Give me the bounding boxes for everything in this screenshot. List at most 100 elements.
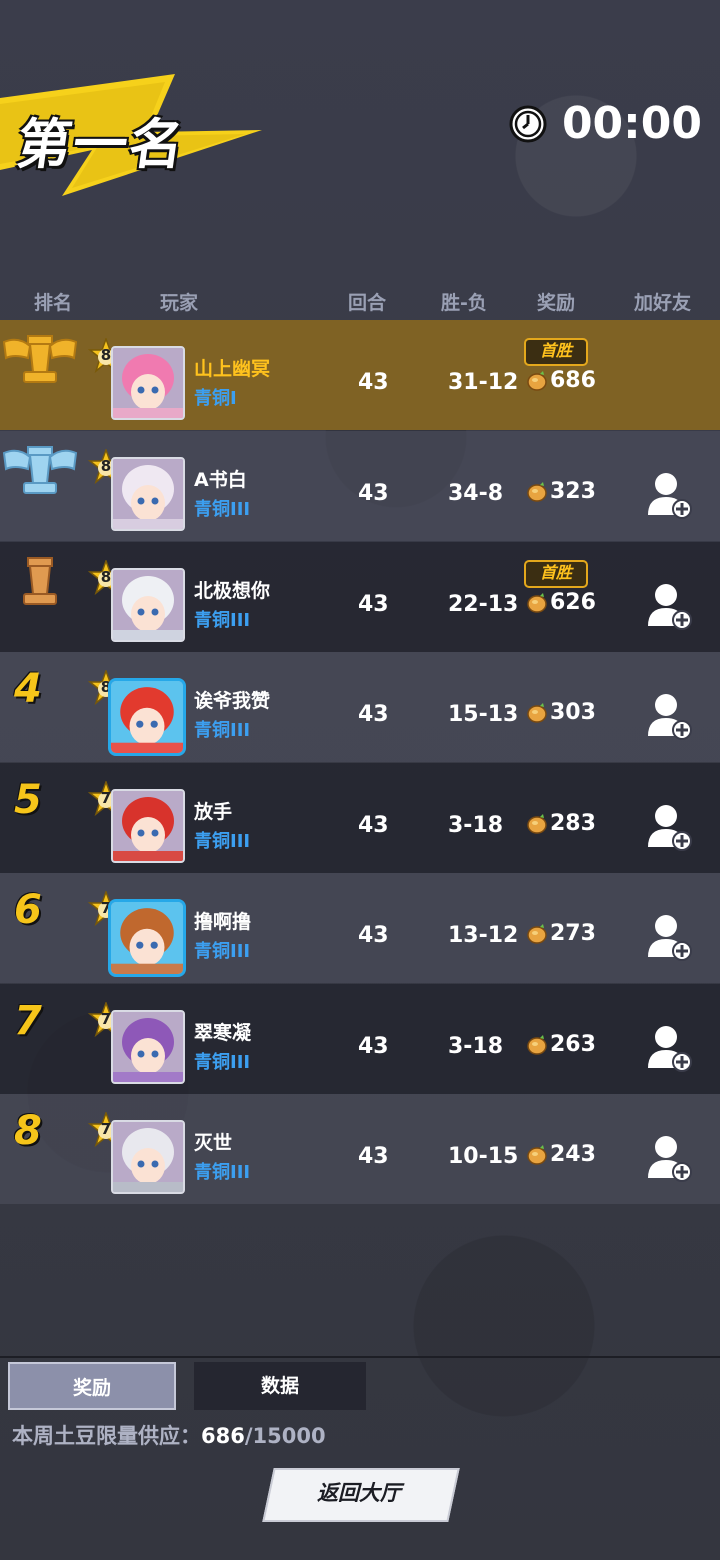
clock-icon <box>509 105 547 142</box>
table-row: 8 7 灭世 青铜III 43 10-15 243 <box>0 1094 720 1204</box>
add-friend-icon[interactable] <box>646 913 692 961</box>
player-name: 撸啊撸 <box>194 911 252 933</box>
tab-reward[interactable]: 奖励 <box>8 1362 176 1410</box>
reward-value: 686 <box>550 368 596 393</box>
potato-coin-icon <box>527 1144 547 1165</box>
header-reward: 奖励 <box>537 292 576 314</box>
player-name: A书白 <box>194 469 247 491</box>
player-tier: 青铜III <box>194 1162 251 1183</box>
potato-coin-icon <box>527 592 547 613</box>
player-tier: 青铜III <box>194 499 251 520</box>
player-avatar[interactable] <box>111 1120 185 1194</box>
player-name: 放手 <box>194 801 233 823</box>
player-avatar[interactable] <box>111 346 185 420</box>
reward: 323 <box>526 479 596 504</box>
reward-value: 323 <box>550 479 596 504</box>
rank-number: 8 <box>14 1108 42 1154</box>
tab-data[interactable]: 数据 <box>194 1362 366 1410</box>
supply-current: 686 <box>201 1424 245 1448</box>
rounds-value: 43 <box>358 481 389 506</box>
rounds-value: 43 <box>358 370 389 395</box>
header-rank: 排名 <box>34 292 73 314</box>
player-name: 诶爷我赞 <box>194 690 271 712</box>
add-friend-icon[interactable] <box>646 1024 692 1072</box>
table-row: 4 8 诶爷我赞 青铜III 43 15-13 303 <box>0 652 720 762</box>
win-loss-value: 3-18 <box>448 813 504 838</box>
reward-value: 273 <box>550 921 596 946</box>
reward-value: 626 <box>550 590 596 615</box>
player-avatar[interactable] <box>108 899 186 977</box>
win-loss-value: 10-15 <box>448 1144 519 1169</box>
rank-number: 7 <box>14 998 42 1044</box>
table-row: 7 7 翠寒凝 青铜III 43 3-18 263 <box>0 984 720 1094</box>
reward: 283 <box>526 811 596 836</box>
supply-label: 本周土豆限量供应： <box>12 1424 201 1448</box>
player-name: 北极想你 <box>194 580 271 602</box>
player-avatar[interactable] <box>111 1010 185 1084</box>
add-friend-icon[interactable] <box>646 471 692 519</box>
first-win-badge: 首胜 <box>524 338 588 366</box>
rounds-value: 43 <box>358 813 389 838</box>
reward: 303 <box>526 700 596 725</box>
table-row: 6 7 撸啊撸 青铜III 43 13-12 273 <box>0 873 720 983</box>
player-avatar[interactable] <box>108 678 186 756</box>
rank-number: 6 <box>14 887 42 933</box>
rounds-value: 43 <box>358 1034 389 1059</box>
timer-value: 00:00 <box>561 98 702 149</box>
rank-number: 5 <box>14 777 42 823</box>
reward-value: 243 <box>550 1142 596 1167</box>
potato-coin-icon <box>527 481 547 502</box>
page-title: 第一名 <box>12 113 190 176</box>
first-win-badge: 首胜 <box>524 560 588 588</box>
reward-value: 303 <box>550 700 596 725</box>
reward: 263 <box>526 1032 596 1057</box>
player-tier: 青铜III <box>194 941 251 962</box>
player-name: 灭世 <box>194 1132 233 1154</box>
player-tier: 青铜III <box>194 831 251 852</box>
win-loss-value: 15-13 <box>448 702 519 727</box>
reward: 686 <box>526 368 596 393</box>
supply-total: /15000 <box>244 1424 326 1448</box>
player-avatar[interactable] <box>111 568 185 642</box>
add-friend-icon[interactable] <box>646 803 692 851</box>
player-name: 翠寒凝 <box>194 1022 252 1044</box>
player-tier: 青铜III <box>194 720 251 741</box>
table-row: 8 山上幽冥 青铜I 43 31-12 首胜 686 <box>0 320 720 430</box>
reward: 273 <box>526 921 596 946</box>
player-avatar[interactable] <box>111 457 185 531</box>
bottom-tab-bar: 奖励 数据 <box>0 1356 720 1414</box>
player-avatar[interactable] <box>111 789 185 863</box>
win-loss-value: 3-18 <box>448 1034 504 1059</box>
table-header: 排名 玩家 回合 胜-负 奖励 加好友 <box>0 288 720 318</box>
rank-trophy-icon <box>23 557 57 605</box>
potato-coin-icon <box>527 923 547 944</box>
reward-value: 283 <box>550 811 596 836</box>
rounds-value: 43 <box>358 1144 389 1169</box>
header-add-friend: 加好友 <box>634 292 692 314</box>
back-to-lobby-label: 返回大厅 <box>317 1481 401 1505</box>
player-tier: 青铜III <box>194 610 251 631</box>
add-friend-icon[interactable] <box>646 1134 692 1182</box>
table-row: 8 A书白 青铜III 43 34-8 323 <box>0 431 720 541</box>
reward-value: 263 <box>550 1032 596 1057</box>
potato-coin-icon <box>527 1034 547 1055</box>
player-tier: 青铜III <box>194 1052 251 1073</box>
rounds-value: 43 <box>358 592 389 617</box>
match-timer: 00:00 <box>508 98 702 149</box>
rank-number: 4 <box>14 666 42 712</box>
potato-supply: 本周土豆限量供应：686/15000 <box>12 1420 326 1450</box>
reward: 243 <box>526 1142 596 1167</box>
rounds-value: 43 <box>358 702 389 727</box>
add-friend-icon[interactable] <box>646 582 692 630</box>
table-row: 5 7 放手 青铜III 43 3-18 283 <box>0 763 720 873</box>
player-name: 山上幽冥 <box>194 358 271 380</box>
potato-coin-icon <box>527 813 547 834</box>
table-row: 8 北极想你 青铜III 43 22-13 首胜 626 <box>0 542 720 652</box>
win-loss-value: 22-13 <box>448 592 519 617</box>
header-win-loss: 胜-负 <box>441 292 487 314</box>
add-friend-icon[interactable] <box>646 692 692 740</box>
header-rounds: 回合 <box>348 292 387 314</box>
win-loss-value: 34-8 <box>448 481 504 506</box>
reward: 626 <box>526 590 596 615</box>
potato-coin-icon <box>527 702 547 723</box>
